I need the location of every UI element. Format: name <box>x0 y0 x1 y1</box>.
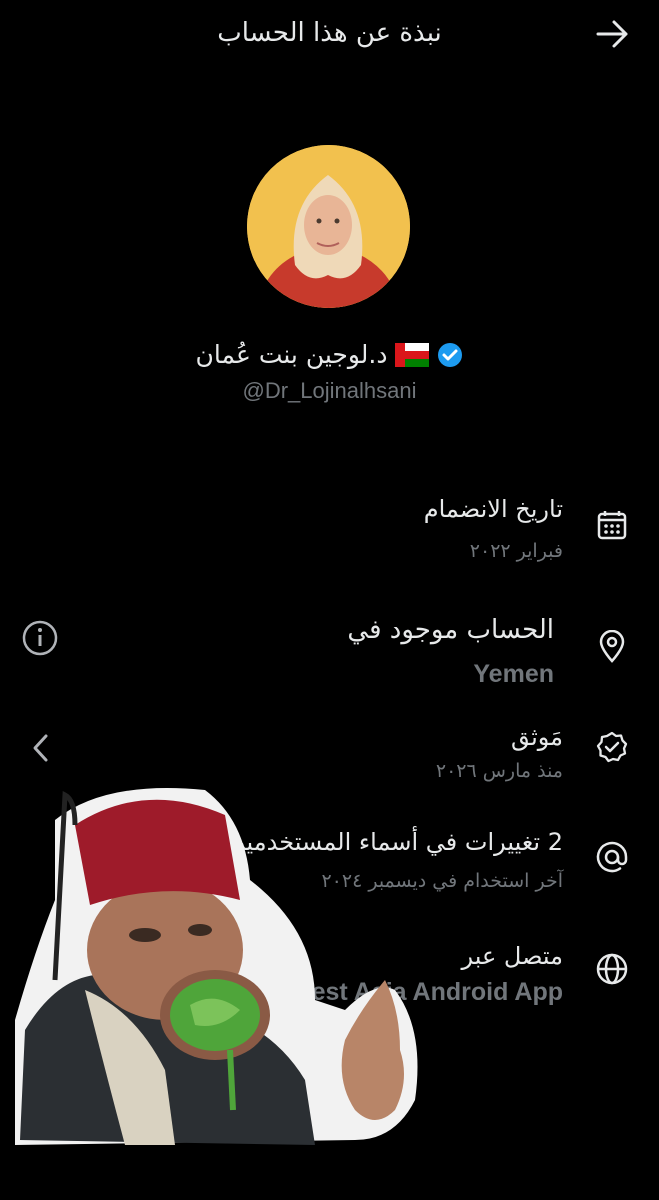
at-sign-icon <box>595 840 629 874</box>
avatar[interactable] <box>247 145 410 308</box>
verified-badge-icon <box>595 730 629 764</box>
row-subtitle-verified: منذ مارس ٢٠٢٦ <box>435 760 563 782</box>
row-subtitle-joined: فبراير ٢٠٢٢ <box>469 540 563 562</box>
oman-flag-icon <box>395 342 430 367</box>
chevron-left-icon[interactable] <box>22 728 62 768</box>
row-subtitle-location: Yemen <box>473 660 554 688</box>
username-handle: @Dr_Lojinalhsani <box>242 378 417 403</box>
globe-icon <box>595 952 629 986</box>
verified-badge-icon <box>438 342 463 367</box>
row-title-location: الحساب موجود في <box>347 615 554 645</box>
meme-sticker-image <box>15 780 435 1150</box>
row-title-joined: تاريخ الانضمام <box>423 495 563 523</box>
display-name: د.لوجين بنت عُمان <box>195 340 388 369</box>
arrow-right-icon <box>596 20 628 48</box>
calendar-icon <box>595 508 629 542</box>
display-name-row: د.لوجين بنت عُمان <box>0 340 659 369</box>
avatar-image <box>247 145 410 308</box>
page-title: نبذة عن هذا الحساب <box>217 18 442 48</box>
info-icon[interactable] <box>20 618 60 658</box>
location-pin-icon <box>595 629 629 664</box>
row-title-connected-via: متصل عبر <box>461 942 563 970</box>
row-title-verified: مَوثق <box>511 723 563 751</box>
back-button[interactable] <box>590 16 634 52</box>
